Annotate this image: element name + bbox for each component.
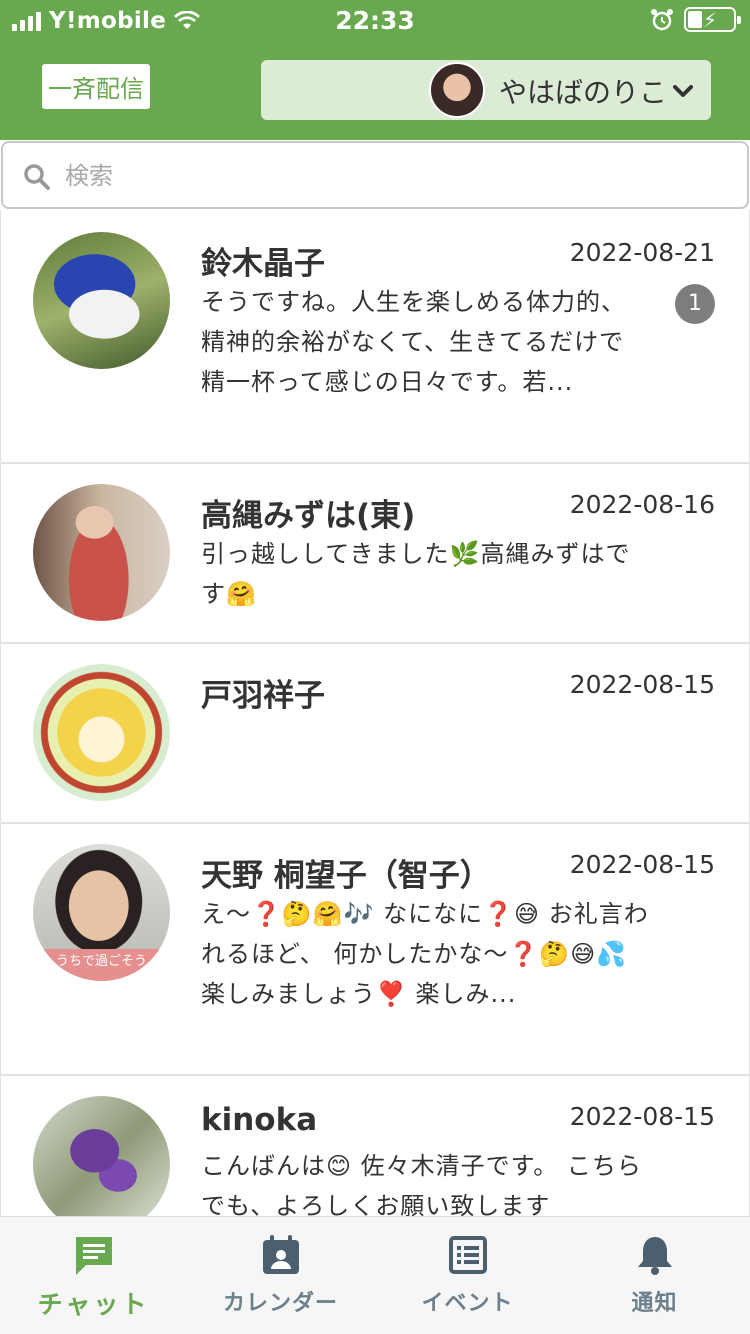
tab-calendar-label: カレンダー <box>222 1291 338 1316</box>
status-icons: ⚡ <box>650 7 741 32</box>
chat-name: 鈴木晶子 <box>201 246 325 282</box>
avatar <box>33 232 170 369</box>
chat-date: 2022-08-16 <box>569 490 715 519</box>
chat-list-item[interactable]: うちで過ごそう 天野 桐望子（智子） 2022-08-15 え〜❓🤔🤗🎶 なにな… <box>1 824 749 1076</box>
chat-list-item[interactable]: 高縄みずは(東) 2022-08-16 引っ越ししてきました🌿高縄みずはです🤗 <box>1 464 749 644</box>
chat-date: 2022-08-21 <box>569 238 715 267</box>
chat-list-item[interactable]: kinoka 2022-08-15 こんばんは😊 佐々木清子です。 こちらでも、… <box>1 1076 749 1216</box>
search-input[interactable] <box>65 157 725 195</box>
bell-icon <box>638 1237 672 1275</box>
calendar-icon <box>263 1235 299 1274</box>
tab-event[interactable]: イベント <box>374 1217 561 1334</box>
chat-preview: そうですね。人生を楽しめる体力的、精神的余裕がなくて、生きてるだけで精一杯って感… <box>201 288 626 396</box>
chat-name: 天野 桐望子（智子） <box>201 858 491 894</box>
avatar <box>33 1096 170 1216</box>
alarm-icon <box>651 8 673 30</box>
account-switcher[interactable]: やはばのりこ <box>261 60 711 120</box>
tab-chat[interactable]: チャット <box>0 1217 187 1334</box>
chevron-down-icon <box>673 85 693 97</box>
avatar: うちで過ごそう <box>33 844 170 981</box>
bottom-nav: チャット カレンダー イベント 通知 <box>0 1216 750 1334</box>
avatar <box>33 484 170 621</box>
chat-preview: 引っ越ししてきました🌿高縄みずはです🤗 <box>201 540 631 608</box>
avatar <box>33 664 170 801</box>
search-icon <box>24 164 50 190</box>
search-bar <box>1 141 749 209</box>
battery-icon: ⚡ <box>684 7 741 32</box>
avatar-caption: うちで過ごそう <box>33 949 170 981</box>
chat-bubble-icon <box>76 1237 112 1275</box>
event-list-icon <box>449 1236 487 1274</box>
chat-list: 鈴木晶子 2022-08-21 そうですね。人生を楽しめる体力的、精神的余裕がな… <box>0 210 750 1216</box>
unread-badge: 1 <box>675 284 715 324</box>
chat-list-item[interactable]: 戸羽祥子 2022-08-15 <box>1 644 749 824</box>
app-header: Y!mobile 22:33 ⚡ 一斉配信 やはばのりこ <box>0 0 750 140</box>
chat-preview: え〜❓🤔🤗🎶 なになに❓😅 お礼言われるほど、 何かしたかな〜❓🤔😅💦 楽しみま… <box>201 900 649 1008</box>
clock: 22:33 <box>335 6 415 35</box>
status-bar: Y!mobile 22:33 ⚡ <box>0 0 750 44</box>
chat-name: 戸羽祥子 <box>201 678 325 714</box>
current-user-avatar <box>429 62 485 118</box>
current-user-name: やはばのりこ <box>499 76 668 109</box>
chat-date: 2022-08-15 <box>569 850 715 879</box>
tab-event-label: イベント <box>421 1291 514 1316</box>
tab-chat-label: チャット <box>37 1290 150 1319</box>
tab-calendar[interactable]: カレンダー <box>187 1217 374 1334</box>
chat-name: 高縄みずは(東) <box>201 498 416 534</box>
chat-list-item[interactable]: 鈴木晶子 2022-08-21 そうですね。人生を楽しめる体力的、精神的余裕がな… <box>1 210 749 464</box>
chat-name: kinoka <box>201 1102 318 1138</box>
tab-notification-label: 通知 <box>631 1291 678 1316</box>
tab-notification[interactable]: 通知 <box>561 1217 748 1334</box>
broadcast-button[interactable]: 一斉配信 <box>42 64 150 109</box>
chat-preview: こんばんは😊 佐々木清子です。 こちらでも、よろしくお願い致します <box>201 1152 642 1216</box>
chat-date: 2022-08-15 <box>569 1102 715 1131</box>
chat-date: 2022-08-15 <box>569 670 715 699</box>
